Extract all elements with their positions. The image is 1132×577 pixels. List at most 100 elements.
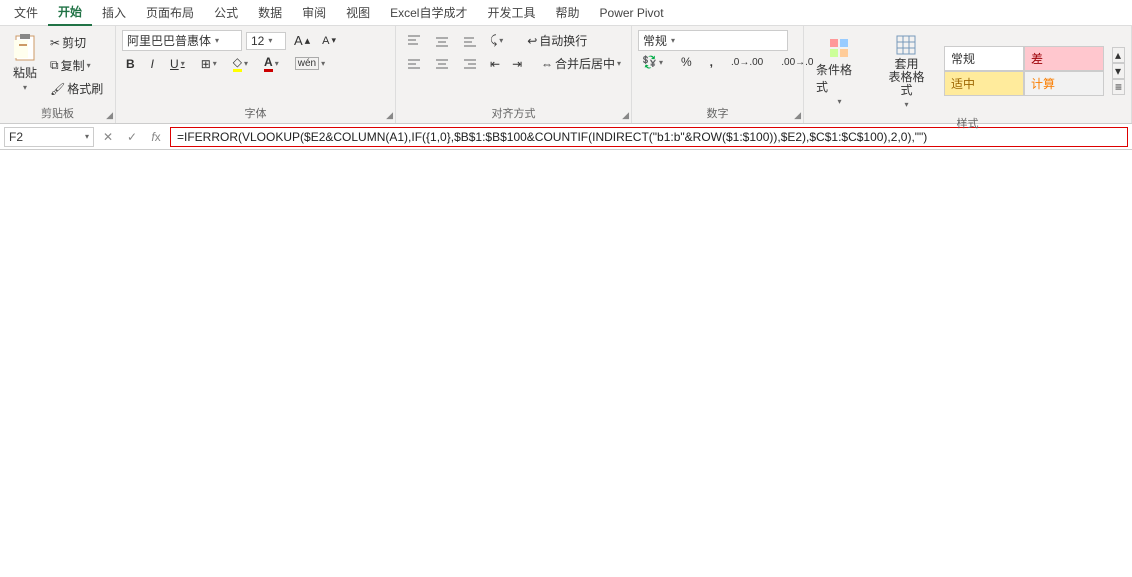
align-center-button[interactable] — [430, 55, 454, 73]
italic-button[interactable]: I — [147, 55, 158, 73]
cond-format-icon — [828, 37, 850, 59]
chevron-down-icon: ▾ — [904, 100, 908, 109]
gallery-scroll: ▴ ▾ ≡ — [1112, 47, 1125, 95]
underline-button[interactable]: U▾ — [166, 55, 189, 73]
chevron-down-icon: ▾ — [268, 36, 272, 45]
menu-item-3[interactable]: 页面布局 — [136, 0, 204, 25]
align-middle-button[interactable] — [430, 32, 454, 50]
formula-cancel-button[interactable]: ✕ — [98, 130, 118, 144]
chevron-down-icon: ▾ — [85, 132, 89, 141]
brush-icon: 🖌 — [50, 82, 65, 96]
style-neutral[interactable]: 适中 — [944, 71, 1024, 96]
number-format-select[interactable]: 常规 ▾ — [638, 30, 788, 51]
chevron-down-icon: ▾ — [244, 59, 248, 68]
inc-decimal-icon: .0→.00 — [731, 57, 763, 68]
comma-button[interactable]: , — [706, 53, 717, 71]
merge-center-button[interactable]: ⇔合并后居中▾ — [537, 53, 625, 74]
table-format-label: 套用 表格格式 — [883, 58, 930, 98]
ribbon-group-clipboard: 粘贴 ▾ ✂剪切 ⧉复制▾ 🖌格式刷 剪贴板 ◢ — [0, 26, 116, 123]
currency-button[interactable]: 💱▾ — [638, 53, 667, 71]
align-right-button[interactable] — [458, 55, 482, 73]
increase-indent-button[interactable]: ⇥ — [508, 55, 526, 73]
name-box[interactable]: F2 ▾ — [4, 127, 94, 147]
menu-item-7[interactable]: 视图 — [336, 0, 380, 25]
increase-decimal-button[interactable]: .0→.00 — [727, 55, 767, 70]
chevron-down-icon: ▾ — [275, 59, 279, 68]
gallery-up-button[interactable]: ▴ — [1112, 47, 1125, 63]
paste-button[interactable]: 粘贴 ▾ — [6, 30, 44, 96]
gallery-more-button[interactable]: ≡ — [1112, 79, 1125, 95]
paste-label: 粘贴 — [13, 64, 37, 81]
insert-function-button[interactable]: fx — [146, 130, 166, 144]
cut-button[interactable]: ✂剪切 — [46, 32, 107, 53]
borders-button[interactable]: ⊞▾ — [197, 55, 221, 73]
format-painter-button[interactable]: 🖌格式刷 — [46, 78, 107, 99]
style-bad[interactable]: 差 — [1024, 46, 1104, 71]
ribbon-group-font: 阿里巴巴普惠体▾ 12▾ A▴ A▾ B I U▾ ⊞▾ ◇▾ A▾ wén▾ … — [116, 26, 396, 123]
menu-item-2[interactable]: 插入 — [92, 0, 136, 25]
number-format-value: 常规 — [643, 32, 667, 49]
percent-button[interactable]: % — [677, 53, 696, 71]
conditional-format-button[interactable]: 条件格式 ▾ — [810, 33, 869, 110]
bucket-icon: ◇ — [233, 55, 242, 72]
cond-format-label: 条件格式 — [816, 61, 863, 95]
menu-item-6[interactable]: 审阅 — [292, 0, 336, 25]
menu-item-10[interactable]: 帮助 — [546, 0, 590, 25]
wrap-text-button[interactable]: ↩自动换行 — [523, 30, 591, 51]
format-painter-label: 格式刷 — [67, 80, 103, 97]
table-format-icon — [895, 34, 917, 56]
alignment-group-label: 对齐方式 — [402, 103, 625, 121]
font-color-icon: A — [264, 55, 273, 72]
chevron-down-icon: ▾ — [213, 59, 217, 68]
chevron-down-icon: ▾ — [671, 36, 675, 45]
dialog-launcher-icon[interactable]: ◢ — [622, 110, 629, 121]
ribbon-group-styles: 条件格式 ▾ 套用 表格格式 ▾ 常规 差 适中 计算 ▴ ▾ ≡ 样式 — [804, 26, 1132, 123]
align-left-button[interactable] — [402, 55, 426, 73]
scissors-icon: ✂ — [50, 36, 60, 50]
chevron-down-icon: ▾ — [321, 59, 325, 68]
wrap-icon: ↩ — [527, 34, 537, 48]
align-top-button[interactable] — [402, 32, 426, 50]
clipboard-group-label: 剪贴板 — [6, 103, 109, 121]
decrease-indent-button[interactable]: ⇤ — [486, 55, 504, 73]
phonetic-button[interactable]: wén▾ — [291, 55, 329, 72]
phonetic-label: wén — [295, 57, 319, 70]
fill-color-button[interactable]: ◇▾ — [229, 53, 252, 74]
font-size-value: 12 — [251, 34, 264, 48]
dialog-launcher-icon[interactable]: ◢ — [794, 110, 801, 121]
font-name-select[interactable]: 阿里巴巴普惠体▾ — [122, 30, 242, 51]
ribbon-group-alignment: ⤹▾ ↩自动换行 ⇤ ⇥ ⇔合并后居中▾ 对齐方式 ◢ — [396, 26, 632, 123]
formula-confirm-button[interactable]: ✓ — [122, 130, 142, 144]
gallery-down-button[interactable]: ▾ — [1112, 63, 1125, 79]
bold-button[interactable]: B — [122, 55, 139, 73]
align-bottom-button[interactable] — [458, 32, 482, 50]
menu-item-4[interactable]: 公式 — [204, 0, 248, 25]
merge-icon: ⇔ — [541, 57, 553, 71]
cell-styles-gallery[interactable]: 常规 差 适中 计算 — [944, 46, 1104, 96]
chevron-down-icon: ▾ — [659, 58, 663, 67]
dialog-launcher-icon[interactable]: ◢ — [106, 110, 113, 121]
grow-font-button[interactable]: A▴ — [290, 31, 314, 50]
dialog-launcher-icon[interactable]: ◢ — [386, 110, 393, 121]
style-normal[interactable]: 常规 — [944, 46, 1024, 71]
style-calc[interactable]: 计算 — [1024, 71, 1104, 96]
font-size-select[interactable]: 12 ▾ — [246, 32, 286, 50]
name-box-value: F2 — [9, 130, 23, 144]
font-group-label: 字体 — [122, 103, 389, 121]
font-name-value: 阿里巴巴普惠体 — [127, 32, 211, 49]
menu-item-9[interactable]: 开发工具 — [477, 0, 545, 25]
orientation-button[interactable]: ⤹▾ — [486, 31, 507, 50]
menu-bar: 文件开始插入页面布局公式数据审阅视图Excel自学成才开发工具帮助Power P… — [0, 0, 1132, 26]
copy-button[interactable]: ⧉复制▾ — [46, 55, 107, 76]
format-as-table-button[interactable]: 套用 表格格式 ▾ — [877, 30, 936, 113]
border-icon: ⊞ — [201, 57, 211, 71]
menu-item-0[interactable]: 文件 — [4, 0, 48, 25]
chevron-down-icon: ▾ — [617, 59, 621, 68]
chevron-down-icon: ▾ — [499, 36, 503, 45]
menu-item-11[interactable]: Power Pivot — [590, 2, 674, 24]
menu-item-5[interactable]: 数据 — [248, 0, 292, 25]
shrink-font-button[interactable]: A▾ — [318, 33, 340, 49]
menu-item-1[interactable]: 开始 — [48, 0, 92, 26]
menu-item-8[interactable]: Excel自学成才 — [380, 0, 477, 25]
font-color-button[interactable]: A▾ — [260, 53, 283, 74]
